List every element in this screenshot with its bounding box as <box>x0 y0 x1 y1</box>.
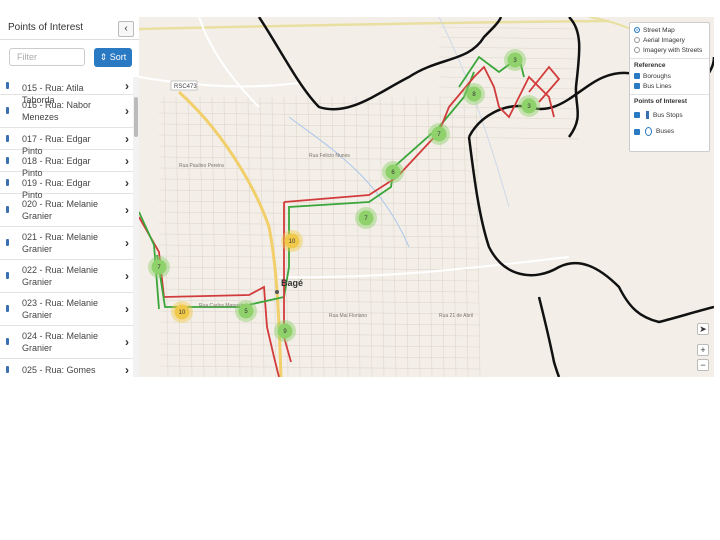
basemap-label: Imagery with Streets <box>643 47 703 54</box>
poi-label: 021 - Rua: Melanie Granier <box>22 232 99 254</box>
layer-buses[interactable]: Buses <box>634 127 674 137</box>
map-canvas[interactable]: RSC473 Bagé Rua Paulino Pereira Rua Feli… <box>138 17 714 377</box>
road-label: RSC473 <box>174 84 197 90</box>
radio-icon[interactable] <box>634 37 640 44</box>
poi-list-item[interactable]: 016 - Rua: Nabor Menezes › <box>0 95 133 128</box>
poi-heading: Points of Interest <box>634 98 688 105</box>
reference-heading: Reference <box>634 62 666 69</box>
basemap-street-map[interactable]: Street Map <box>634 26 675 36</box>
chevron-right-icon[interactable]: › <box>125 236 129 250</box>
poi-list-item[interactable]: 023 - Rua: Melanie Granier › <box>0 293 133 326</box>
bus-stop-icon <box>6 107 9 114</box>
bus-stop-icon <box>646 111 649 120</box>
basemap-imagery-with-streets[interactable]: Imagery with Streets <box>634 46 702 56</box>
poi-label: 024 - Rua: Melanie Granier <box>22 331 99 353</box>
layer-label: Bus Stops <box>653 112 683 119</box>
zoom-in-button[interactable]: + <box>697 344 709 356</box>
bus-stop-icon <box>6 178 9 186</box>
bus-stop-icon <box>6 365 9 373</box>
chevron-right-icon[interactable]: › <box>125 79 129 93</box>
basemap-aerial-imagery[interactable]: Aerial Imagery <box>634 36 685 46</box>
street-label: Rua Paulino Pereira <box>179 163 224 169</box>
layer-label: Bus Lines <box>643 83 672 90</box>
chevron-right-icon[interactable]: › <box>125 335 129 349</box>
bus-stop-icon <box>6 134 9 142</box>
layer-label: Boroughs <box>643 73 671 80</box>
filter-input[interactable] <box>9 48 85 66</box>
cluster-count: 10 <box>179 310 186 316</box>
city-marker <box>275 290 279 294</box>
bus-stop-icon <box>6 272 9 279</box>
checkbox-checked-icon[interactable] <box>634 83 640 90</box>
map-view[interactable]: RSC473 Bagé Rua Paulino Pereira Rua Feli… <box>138 17 714 377</box>
poi-list-item[interactable]: 015 - Rua: Atila Taborda › <box>0 77 133 105</box>
city-label: Bagé <box>281 278 303 288</box>
sort-button[interactable]: ⇕ Sort <box>94 48 132 67</box>
poi-list-item[interactable]: 025 - Rua: Gomes › <box>0 359 133 377</box>
street-label: Rua Felicio Nunes <box>309 153 350 159</box>
basemap-label: Street Map <box>643 27 675 34</box>
radio-selected-icon[interactable] <box>634 27 640 34</box>
checkbox-checked-icon[interactable] <box>634 73 640 80</box>
poi-list-item[interactable]: 024 - Rua: Melanie Granier › <box>0 326 133 359</box>
points-of-interest-panel: Points of Interest ‹ ⇕ Sort 015 - Rua: A… <box>0 17 140 377</box>
layer-bus-lines[interactable]: Bus Lines <box>634 82 672 92</box>
poi-label: 016 - Rua: Nabor Menezes <box>22 100 92 122</box>
layer-boroughs[interactable]: Boroughs <box>634 72 671 82</box>
poi-list-item[interactable]: 017 - Rua: Edgar Pinto › <box>0 128 133 156</box>
chevron-right-icon[interactable]: › <box>125 176 129 190</box>
panel-title: Points of Interest <box>8 22 84 33</box>
bus-stop-icon <box>6 81 9 89</box>
poi-list-item[interactable]: 020 - Rua: Melanie Granier › <box>0 194 133 227</box>
poi-label: 025 - Rua: Gomes <box>22 365 96 375</box>
cluster-count: 10 <box>289 239 296 245</box>
locate-button[interactable]: ➤ <box>697 323 709 335</box>
zoom-out-button[interactable]: − <box>697 359 709 371</box>
poi-list-item[interactable]: 018 - Rua: Edgar Pinto › <box>0 150 133 178</box>
street-label: Rua 21 de Abril <box>439 313 473 319</box>
chevron-right-icon[interactable]: › <box>125 302 129 316</box>
poi-label: 020 - Rua: Melanie Granier <box>22 199 99 221</box>
chevron-right-icon[interactable]: › <box>125 363 129 377</box>
layer-control-panel: Street Map Aerial Imagery Imagery with S… <box>629 22 710 152</box>
poi-list-item[interactable]: 021 - Rua: Melanie Granier › <box>0 227 133 260</box>
checkbox-checked-icon[interactable] <box>634 128 640 135</box>
chevron-right-icon[interactable]: › <box>125 154 129 168</box>
poi-list: 015 - Rua: Atila Taborda › 016 - Rua: Nabo… <box>0 77 133 377</box>
poi-list-item[interactable]: 019 - Rua: Edgar Pinto › <box>0 172 133 200</box>
bus-stop-icon <box>6 305 9 312</box>
street-label: Rua Mal Floriano <box>329 313 367 319</box>
chevron-right-icon[interactable]: › <box>125 269 129 283</box>
scrollbar-thumb[interactable] <box>134 97 138 137</box>
poi-list-item[interactable]: 022 - Rua: Melanie Granier › <box>0 260 133 293</box>
bus-stop-icon <box>6 239 9 246</box>
layer-bus-stops[interactable]: Bus Stops <box>634 111 683 121</box>
chevron-right-icon[interactable]: › <box>125 203 129 217</box>
collapse-panel-button[interactable]: ‹ <box>118 21 134 37</box>
panel-header: Points of Interest ‹ <box>0 17 139 40</box>
poi-label: 023 - Rua: Melanie Granier <box>22 298 99 320</box>
bus-stop-icon <box>6 206 9 213</box>
radio-icon[interactable] <box>634 47 640 54</box>
app-window: Points of Interest ‹ ⇕ Sort 015 - Rua: A… <box>0 17 714 377</box>
checkbox-checked-icon[interactable] <box>634 112 640 119</box>
chevron-right-icon[interactable]: › <box>125 132 129 146</box>
layer-label: Buses <box>656 128 675 136</box>
bus-marker-icon <box>645 127 652 136</box>
divider <box>630 58 709 59</box>
chevron-right-icon[interactable]: › <box>125 104 129 118</box>
bus-stop-icon <box>6 338 9 345</box>
poi-label: 022 - Rua: Melanie Granier <box>22 265 99 287</box>
bus-stop-icon <box>6 156 9 164</box>
basemap-label: Aerial Imagery <box>643 37 685 44</box>
divider <box>630 94 709 95</box>
